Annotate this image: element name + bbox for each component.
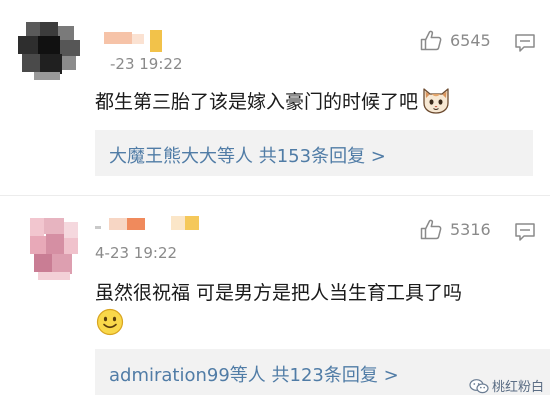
thumbs-up-icon xyxy=(420,219,442,240)
like-count: 6545 xyxy=(450,31,491,50)
comment-text-row: 虽然很祝福 可是男方是把人当生育工具了吗 xyxy=(95,278,462,305)
comment-text: 虽然很祝福 可是男方是把人当生育工具了吗 xyxy=(95,282,463,304)
like-button[interactable]: 6545 xyxy=(420,30,491,51)
avatar[interactable] xyxy=(18,22,80,80)
watermark: 桃红粉白 xyxy=(469,376,544,395)
comment-icon[interactable] xyxy=(515,34,535,52)
reply-summary-link[interactable]: admiration99等人 共123条回复 > xyxy=(109,361,399,387)
comment-icon[interactable] xyxy=(515,223,535,241)
comment-text: 都生第三胎了该是嫁入豪门的时候了吧 xyxy=(95,90,419,113)
thumbs-up-icon xyxy=(420,30,442,51)
username-blurred[interactable] xyxy=(95,216,207,238)
like-button[interactable]: 5316 xyxy=(420,219,491,240)
wechat-icon xyxy=(469,378,489,393)
reply-summary-link[interactable]: 大魔王熊大大等人 共153条回复 > xyxy=(109,142,386,168)
comment-text-row: 都生第三胎了该是嫁入豪门的时候了吧 xyxy=(95,86,451,114)
username-blurred[interactable] xyxy=(104,30,164,52)
comments-page: -23 19:22 6545 都生第三胎了该是嫁入豪门的时候了吧 大魔王熊大大等… xyxy=(0,0,550,409)
watermark-text: 桃红粉白 xyxy=(491,380,544,395)
comment-item: 4-23 19:22 5316 虽然很祝福 可是男方是把人当生育工具了吗 adm… xyxy=(0,196,550,409)
reply-summary-box[interactable]: 大魔王熊大大等人 共153条回复 > xyxy=(95,130,533,176)
smiley-face-icon xyxy=(96,308,124,336)
comment-time: 4-23 19:22 xyxy=(95,244,178,262)
comment-time: -23 19:22 xyxy=(110,55,183,73)
avatar[interactable] xyxy=(30,218,78,280)
cat-face-icon xyxy=(423,88,449,114)
comment-item: -23 19:22 6545 都生第三胎了该是嫁入豪门的时候了吧 大魔王熊大大等… xyxy=(0,0,550,190)
like-count: 5316 xyxy=(450,220,491,239)
